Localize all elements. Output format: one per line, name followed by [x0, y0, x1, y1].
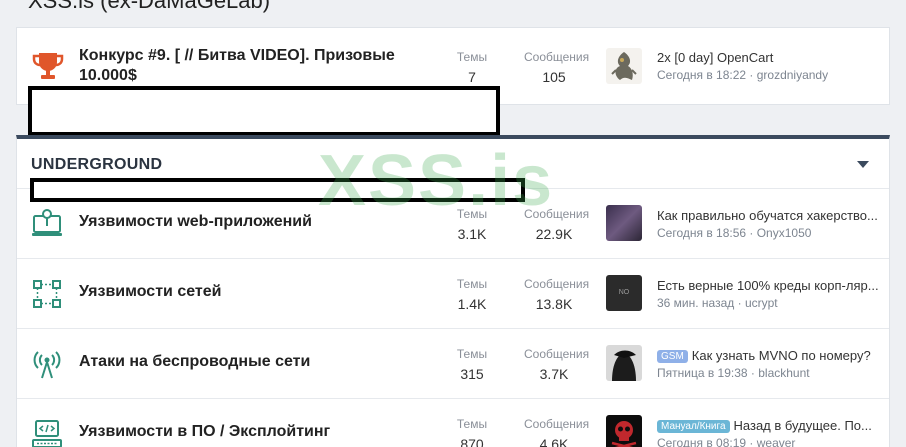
- threads-value: 1.4K: [457, 296, 487, 312]
- avatar[interactable]: [606, 415, 642, 447]
- dragon-avatar-icon: [606, 48, 642, 84]
- node-title-link[interactable]: Уязвимости web-приложений: [79, 213, 312, 231]
- avatar[interactable]: [606, 345, 642, 381]
- avatar[interactable]: NO AVATAR: [606, 275, 642, 311]
- redaction-box: [30, 178, 525, 202]
- messages-label: Сообщения: [524, 417, 590, 431]
- last-post-title[interactable]: Как узнать MVNO по номеру?: [692, 348, 871, 363]
- messages-stat: Сообщения 22.9K: [524, 207, 590, 244]
- threads-value: 7: [468, 69, 476, 85]
- forum-node: Уязвимости сетей Темы 1.4K Сообщения 13.…: [17, 259, 889, 329]
- threads-value: 315: [460, 366, 484, 382]
- collapse-toggle-icon[interactable]: [857, 161, 869, 168]
- last-post-meta[interactable]: Сегодня в 08:19 · weaver: [657, 436, 795, 447]
- last-post-meta[interactable]: Сегодня в 18:22 · grozdniyandy: [657, 68, 828, 82]
- last-post-title[interactable]: Назад в будущее. По...: [734, 418, 872, 433]
- messages-value: 105: [542, 69, 566, 85]
- threads-label: Темы: [456, 207, 488, 221]
- threads-stat: Темы 7: [442, 50, 502, 87]
- last-post-meta[interactable]: Сегодня в 18:56 · Onyx1050: [657, 226, 811, 240]
- last-post-link[interactable]: Есть верные 100% креды корп-ляр...: [657, 278, 885, 293]
- forum-node: Атаки на беспроводные сети Темы 315 Сооб…: [17, 329, 889, 399]
- threads-label: Темы: [456, 277, 488, 291]
- avatar[interactable]: [606, 48, 642, 84]
- section-title[interactable]: UNDERGROUND: [31, 156, 162, 174]
- skull-icon: [611, 421, 637, 447]
- messages-value: 22.9K: [535, 226, 573, 242]
- messages-label: Сообщения: [524, 277, 590, 291]
- messages-stat: Сообщения 105: [524, 50, 590, 87]
- threads-value: 3.1K: [457, 226, 487, 242]
- threads-label: Темы: [456, 417, 488, 431]
- forum-page: XSS.is (ex-DaMaGeLab) Конкурс #9. [ // Б…: [0, 0, 906, 447]
- trophy-icon: [32, 53, 64, 79]
- prefix-badge[interactable]: Мануал/Книга: [657, 420, 730, 433]
- network-icon: [33, 280, 61, 308]
- web-app-icon: [32, 209, 62, 236]
- threads-stat: Темы 870: [442, 417, 502, 447]
- messages-value: 3.7K: [539, 366, 569, 382]
- threads-value: 870: [460, 436, 484, 447]
- messages-stat: Сообщения 13.8K: [524, 277, 590, 314]
- messages-label: Сообщения: [524, 347, 590, 361]
- node-title-link[interactable]: Уязвимости в ПО / Эксплойтинг: [79, 423, 330, 441]
- threads-stat: Темы 315: [442, 347, 502, 384]
- last-post-meta[interactable]: Пятница в 19:38 · blackhunt: [657, 366, 810, 380]
- messages-stat: Сообщения 3.7K: [524, 347, 590, 384]
- last-post-meta[interactable]: 36 мин. назад · ucrypt: [657, 296, 778, 310]
- avatar[interactable]: [606, 205, 642, 241]
- hooded-figure-icon: [612, 350, 636, 381]
- wireless-antenna-icon: [33, 351, 61, 379]
- node-title-link[interactable]: Уязвимости сетей: [79, 283, 221, 301]
- messages-label: Сообщения: [524, 50, 590, 64]
- messages-value: 13.8K: [535, 296, 573, 312]
- node-title-link[interactable]: Атаки на беспроводные сети: [79, 353, 310, 371]
- redaction-box: [28, 86, 500, 136]
- last-post-link[interactable]: Мануал/Книга Назад в будущее. По...: [657, 418, 885, 433]
- code-monitor-icon: [32, 420, 62, 447]
- threads-label: Темы: [456, 347, 488, 361]
- forum-title: XSS.is (ex-DaMaGeLab): [28, 0, 271, 13]
- last-post-link[interactable]: 2x [0 day] OpenCart: [657, 50, 885, 65]
- messages-stat: Сообщения 4.6K: [524, 417, 590, 447]
- last-post-link[interactable]: GSM Как узнать MVNO по номеру?: [657, 348, 885, 363]
- forum-node: Уязвимости в ПО / Эксплойтинг Темы 870 С…: [17, 399, 889, 447]
- prefix-badge[interactable]: GSM: [657, 350, 688, 363]
- threads-label: Темы: [456, 50, 488, 64]
- threads-stat: Темы 1.4K: [442, 277, 502, 314]
- threads-stat: Темы 3.1K: [442, 207, 502, 244]
- messages-label: Сообщения: [524, 207, 590, 221]
- contest-title-link[interactable]: Конкурс #9. [ // Битва VIDEO]. Призовые …: [79, 46, 429, 86]
- last-post-link[interactable]: Как правильно обучатся хакерство...: [657, 208, 885, 223]
- messages-value: 4.6K: [539, 436, 569, 447]
